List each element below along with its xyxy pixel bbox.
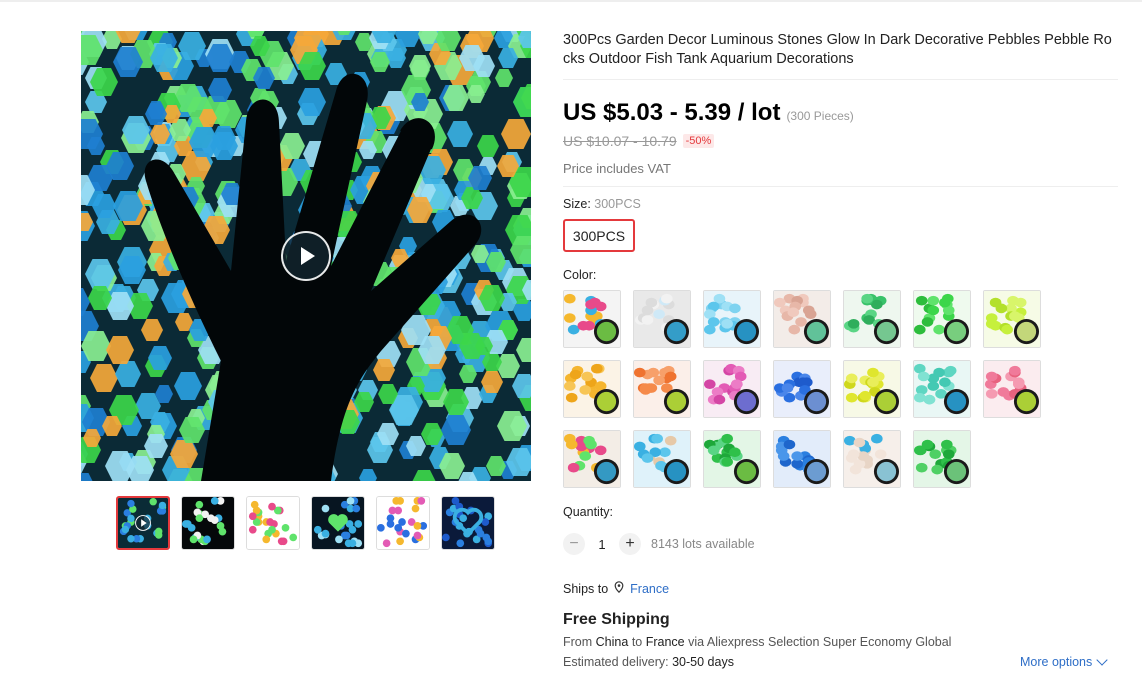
quantity-decrease-button[interactable]: − <box>563 533 585 555</box>
thumb-2[interactable] <box>181 496 235 550</box>
title-divider <box>563 79 1118 80</box>
price-row: US $5.03 - 5.39 / lot (300 Pieces) <box>563 99 1118 127</box>
color-swatch-16[interactable] <box>633 430 691 488</box>
price-divider <box>563 186 1118 187</box>
thumbnail-strip <box>116 496 495 550</box>
color-swatch-14[interactable] <box>983 360 1041 418</box>
color-swatch-17[interactable] <box>703 430 761 488</box>
thumb-1[interactable] <box>116 496 170 550</box>
product-title: 300Pcs Garden Decor Luminous Stones Glow… <box>563 32 1112 67</box>
ships-to-label: Ships to <box>563 581 609 596</box>
color-swatch-20[interactable] <box>913 430 971 488</box>
route-destination: France <box>645 635 685 649</box>
current-price: US $5.03 - 5.39 / lot <box>563 99 781 126</box>
shipping-route: From China to France via Aliexpress Sele… <box>563 635 951 649</box>
color-swatch-1[interactable] <box>563 290 621 348</box>
main-product-image[interactable] <box>81 31 531 481</box>
thumb-6[interactable] <box>441 496 495 550</box>
route-origin: China <box>595 635 629 649</box>
thumb-3[interactable] <box>246 496 300 550</box>
color-swatch-5[interactable] <box>843 290 901 348</box>
estimated-delivery: Estimated delivery: 30-50 days <box>563 655 734 669</box>
top-divider <box>0 0 1142 2</box>
color-swatch-13[interactable] <box>913 360 971 418</box>
free-shipping-heading: Free Shipping <box>563 611 670 628</box>
original-price-row: US $10.07 - 10.79 -50% <box>563 133 1118 149</box>
product-info: 300Pcs Garden Decor Luminous Stones Glow… <box>563 31 1118 669</box>
color-swatch-12[interactable] <box>843 360 901 418</box>
size-option-300pcs[interactable]: 300PCS <box>563 219 635 252</box>
color-swatch-9[interactable] <box>633 360 691 418</box>
route-from: From <box>563 635 593 649</box>
color-swatch-6[interactable] <box>913 290 971 348</box>
ships-to-row: Ships to France <box>563 581 669 596</box>
color-swatch-11[interactable] <box>773 360 831 418</box>
color-swatch-10[interactable] <box>703 360 761 418</box>
size-label: Size: 300PCS <box>563 197 641 211</box>
size-selected-value: 300PCS <box>594 197 641 211</box>
play-icon <box>301 247 315 265</box>
thumb-5[interactable] <box>376 496 430 550</box>
ships-to-country-link[interactable]: France <box>630 582 669 596</box>
quantity-stepper: − 1 + 8143 lots available <box>563 533 755 555</box>
color-swatch-15[interactable] <box>563 430 621 488</box>
color-swatch-18[interactable] <box>773 430 831 488</box>
delivery-label: Estimated delivery: <box>563 655 669 669</box>
more-options-link[interactable]: More options <box>1020 654 1108 669</box>
play-video-button[interactable] <box>281 231 331 281</box>
size-label-text: Size: <box>563 197 591 211</box>
route-to: to <box>631 635 643 649</box>
vat-note: Price includes VAT <box>563 161 671 176</box>
thumb-4[interactable] <box>311 496 365 550</box>
color-swatch-3[interactable] <box>703 290 761 348</box>
quantity-label: Quantity: <box>563 505 614 519</box>
location-pin-icon <box>614 581 624 596</box>
color-swatch-7[interactable] <box>983 290 1041 348</box>
quantity-value[interactable]: 1 <box>585 537 619 552</box>
chevron-down-icon <box>1096 654 1108 666</box>
color-swatch-4[interactable] <box>773 290 831 348</box>
delivery-value: 30-50 days <box>672 655 734 669</box>
more-options-label: More options <box>1020 655 1093 669</box>
discount-badge: -50% <box>682 134 715 148</box>
original-price: US $10.07 - 10.79 <box>563 133 677 149</box>
color-swatch-2[interactable] <box>633 290 691 348</box>
color-swatch-8[interactable] <box>563 360 621 418</box>
quantity-available: 8143 lots available <box>651 537 755 551</box>
quantity-increase-button[interactable]: + <box>619 533 641 555</box>
route-via: via Aliexpress Selection Super Economy G… <box>688 635 952 649</box>
price-unit: (300 Pieces) <box>786 109 854 123</box>
color-label: Color: <box>563 268 597 282</box>
color-swatch-19[interactable] <box>843 430 901 488</box>
